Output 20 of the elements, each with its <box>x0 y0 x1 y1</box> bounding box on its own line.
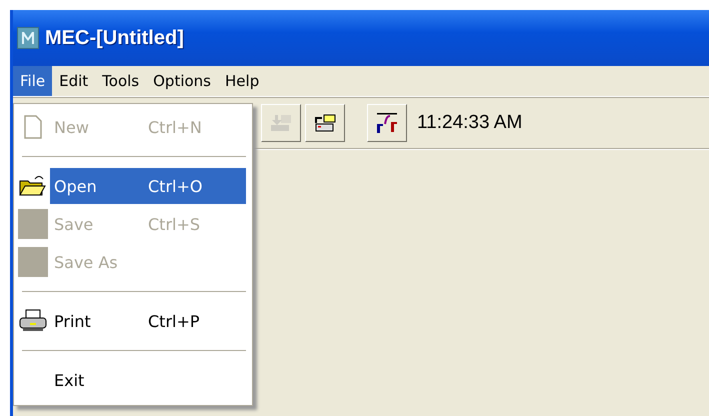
clock-text: 11:24:33 AM <box>417 112 522 134</box>
printer-icon <box>18 308 48 334</box>
menu-item[interactable]: Tools <box>95 66 146 96</box>
toolbar-button[interactable] <box>305 104 345 142</box>
blank-icon <box>18 247 48 277</box>
app-icon <box>17 27 39 49</box>
import-icon <box>269 113 293 133</box>
menu-item[interactable]: File <box>13 66 52 96</box>
blank-icon <box>18 209 48 239</box>
page-icon <box>22 114 44 140</box>
menu-option[interactable]: Print Ctrl+P <box>50 303 246 339</box>
export-icon <box>313 113 337 133</box>
menu-option[interactable]: Exit <box>50 362 246 398</box>
menu-item[interactable]: Edit <box>52 66 96 96</box>
menu-option[interactable]: Open Ctrl+O <box>50 168 246 204</box>
menu-item[interactable]: Options <box>146 66 218 96</box>
formula-button[interactable] <box>367 104 407 142</box>
menu-item[interactable]: Help <box>218 66 266 96</box>
formula-icon <box>375 112 399 134</box>
window-title: MEC-[Untitled] <box>45 26 184 50</box>
